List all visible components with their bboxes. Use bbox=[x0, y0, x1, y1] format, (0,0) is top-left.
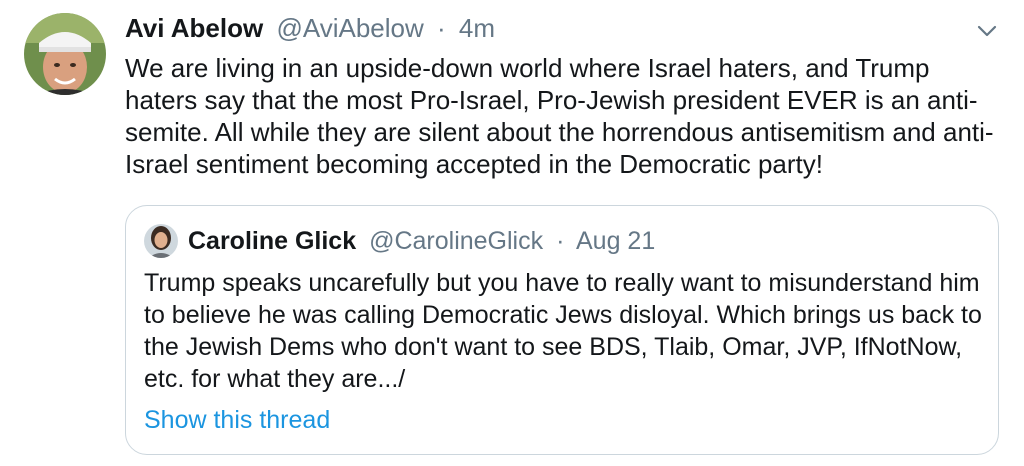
show-thread-link[interactable]: Show this thread bbox=[144, 404, 330, 436]
quoted-timestamp[interactable]: Aug 21 bbox=[576, 227, 655, 255]
chevron-down-icon[interactable] bbox=[974, 18, 1000, 44]
tweet-header: Avi Abelow @AviAbelow · 4m bbox=[125, 12, 495, 44]
tweet-text: We are living in an upside-down world wh… bbox=[125, 53, 994, 179]
avatar[interactable] bbox=[24, 13, 106, 95]
quoted-tweet-text: Trump speaks uncarefully but you have to… bbox=[144, 269, 982, 393]
author-handle[interactable]: @AviAbelow bbox=[276, 13, 423, 43]
separator-dot: · bbox=[437, 13, 446, 43]
quoted-avatar[interactable] bbox=[144, 224, 178, 258]
tweet[interactable]: Avi Abelow @AviAbelow · 4m We are living… bbox=[0, 0, 1024, 466]
quoted-separator-dot: · bbox=[556, 227, 565, 255]
author-name[interactable]: Avi Abelow bbox=[125, 13, 263, 43]
timestamp[interactable]: 4m bbox=[459, 13, 495, 43]
quoted-header: Caroline Glick @CarolineGlick · Aug 21 bbox=[188, 224, 655, 258]
quoted-author-handle[interactable]: @CarolineGlick bbox=[369, 227, 543, 255]
quoted-author-name[interactable]: Caroline Glick bbox=[188, 227, 356, 255]
quoted-tweet[interactable]: Caroline Glick @CarolineGlick · Aug 21 T… bbox=[125, 205, 999, 455]
